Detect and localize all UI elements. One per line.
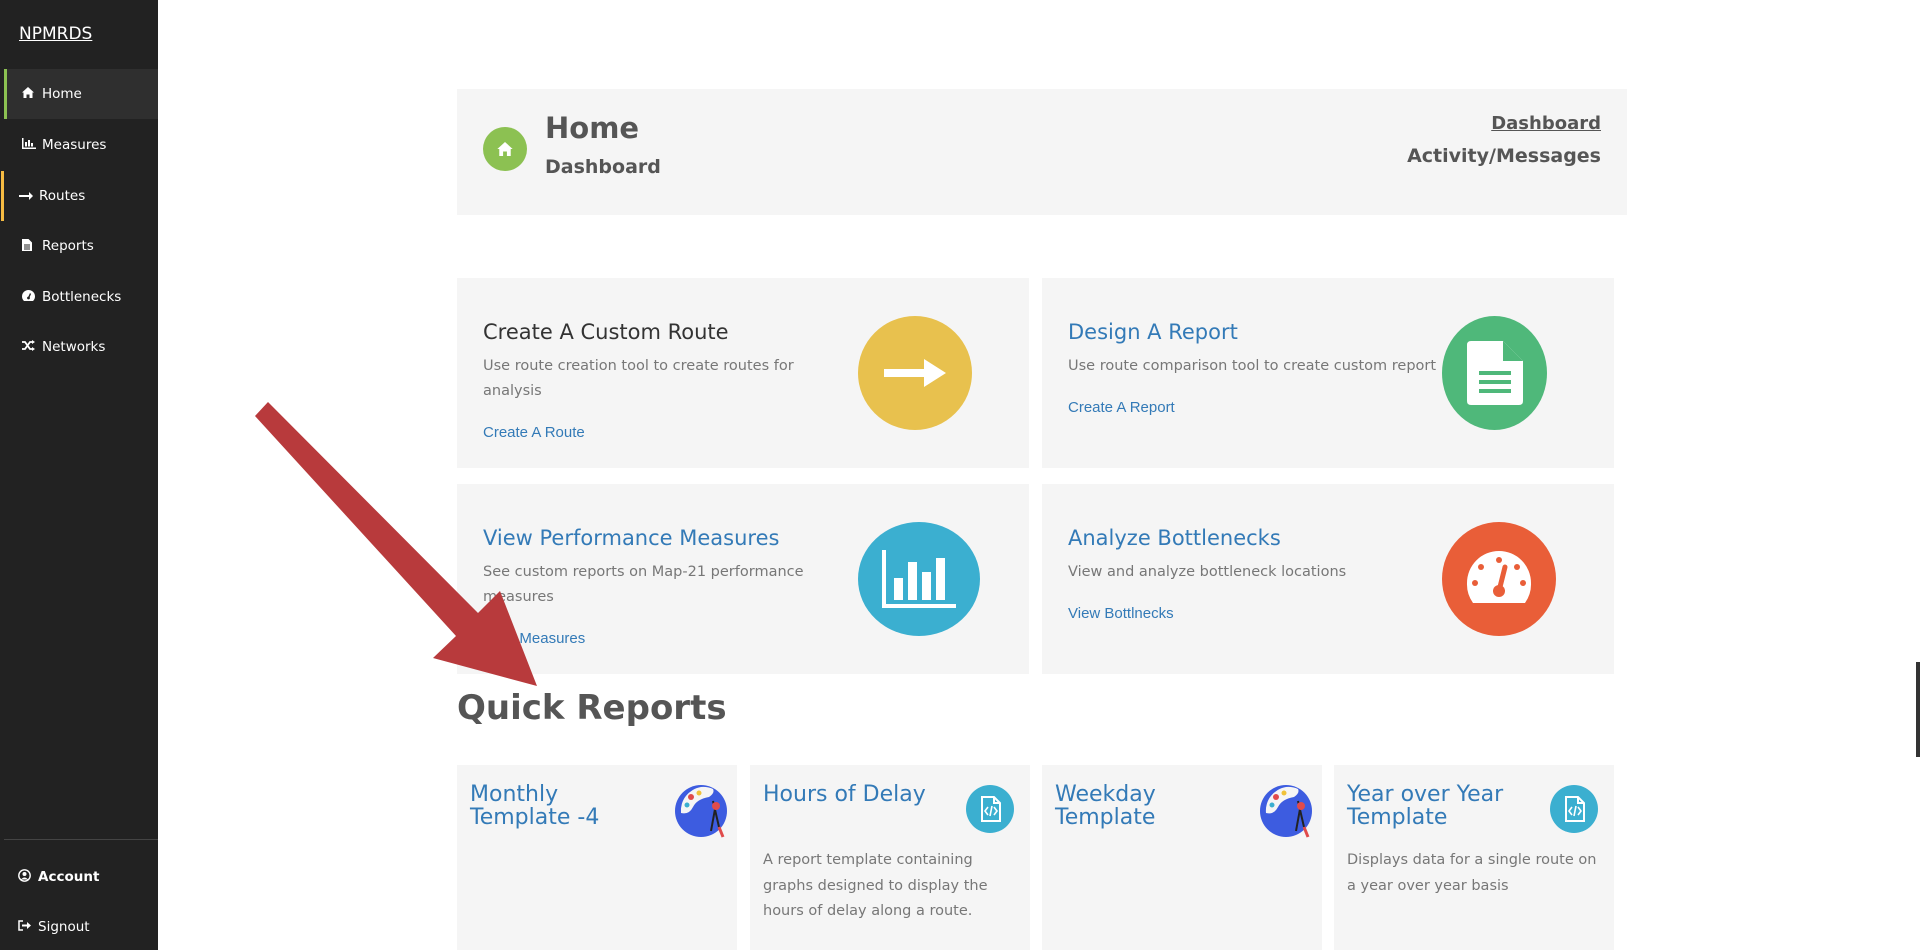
report-title[interactable]: Monthly Template -4	[470, 783, 660, 829]
sidebar-item-label: Home	[42, 86, 82, 102]
quick-report-card[interactable]: Weekday Template	[1042, 765, 1322, 950]
quick-report-card[interactable]: Monthly Template -4	[457, 765, 737, 950]
report-title[interactable]: Weekday Template	[1055, 783, 1245, 829]
user-circle-icon	[18, 869, 36, 885]
sidebar-item-measures[interactable]: Measures	[4, 120, 158, 170]
sidebar-item-label: Measures	[42, 137, 107, 153]
bottlenecks-card: Analyze Bottlenecks View and analyze bot…	[1042, 484, 1614, 674]
page-title: Home	[545, 111, 640, 145]
account-link[interactable]: Account	[18, 869, 99, 885]
random-icon	[22, 340, 40, 354]
report-description: Displays data for a single route on a ye…	[1347, 852, 1597, 894]
dashboard-link[interactable]: Dashboard	[1491, 113, 1601, 134]
sidebar: NPMRDS Home Measures Routes Reports Bott…	[0, 0, 158, 950]
create-report-link[interactable]: Create A Report	[1068, 399, 1175, 416]
signout-label: Signout	[38, 919, 90, 935]
report-title[interactable]: Hours of Delay	[763, 783, 953, 806]
palette-icon	[1260, 783, 1314, 843]
card-title: Create A Custom Route	[483, 320, 729, 344]
home-icon	[22, 87, 40, 101]
card-description: Use route comparison tool to create cust…	[1068, 358, 1437, 374]
view-bottlenecks-link[interactable]: View Bottlnecks	[1068, 605, 1174, 622]
sidebar-divider	[4, 839, 158, 840]
performance-measures-card: View Performance Measures See custom rep…	[457, 484, 1029, 674]
sidebar-item-label: Bottlenecks	[42, 289, 122, 305]
brand-link[interactable]: NPMRDS	[19, 24, 92, 44]
create-route-link[interactable]: Create A Route	[483, 424, 585, 441]
sidebar-item-home[interactable]: Home	[4, 69, 158, 119]
page: NPMRDS Home Measures Routes Reports Bott…	[0, 0, 1920, 950]
report-title[interactable]: Year over Year Template	[1347, 783, 1537, 829]
card-title[interactable]: Design A Report	[1068, 320, 1238, 344]
file-text-icon	[1442, 316, 1547, 430]
sidebar-item-networks[interactable]: Networks	[4, 322, 158, 372]
create-route-card: Create A Custom Route Use route creation…	[457, 278, 1029, 468]
sidebar-item-bottlenecks[interactable]: Bottlenecks	[4, 272, 158, 322]
card-title[interactable]: Analyze Bottlenecks	[1068, 526, 1281, 550]
bar-chart-icon	[22, 138, 40, 152]
quick-report-card[interactable]: Year over Year Template Displays data fo…	[1334, 765, 1614, 950]
view-measures-link[interactable]: View Measures	[483, 630, 585, 647]
sidebar-item-routes[interactable]: Routes	[1, 171, 155, 221]
arrow-right-icon	[858, 316, 972, 430]
card-title[interactable]: View Performance Measures	[483, 526, 779, 550]
sidebar-item-label: Reports	[42, 238, 94, 254]
design-report-card: Design A Report Use route comparison too…	[1042, 278, 1614, 468]
report-description: A report template containing graphs desi…	[763, 852, 988, 919]
account-label: Account	[38, 869, 100, 885]
sidebar-item-label: Networks	[42, 339, 106, 355]
palette-icon	[675, 783, 729, 843]
scrollbar-thumb[interactable]	[1916, 662, 1920, 757]
sign-out-icon	[18, 920, 36, 934]
activity-messages-link[interactable]: Activity/Messages	[1407, 145, 1601, 167]
page-subtitle: Dashboard	[545, 156, 661, 178]
quick-report-card[interactable]: Hours of Delay A report template contain…	[750, 765, 1030, 950]
signout-link[interactable]: Signout	[18, 919, 90, 935]
dashboard-icon	[22, 289, 40, 305]
bar-chart-icon	[858, 522, 980, 636]
file-icon	[22, 238, 40, 254]
home-icon	[483, 127, 527, 171]
card-description: See custom reports on Map-21 performance…	[483, 564, 804, 605]
sidebar-item-reports[interactable]: Reports	[4, 221, 158, 271]
arrow-right-icon	[19, 189, 37, 203]
sidebar-item-label: Routes	[39, 188, 86, 204]
code-file-icon	[1550, 785, 1598, 837]
card-description: Use route creation tool to create routes…	[483, 358, 794, 399]
code-file-icon	[966, 785, 1014, 837]
card-description: View and analyze bottleneck locations	[1068, 564, 1347, 580]
quick-reports-heading: Quick Reports	[457, 688, 727, 728]
page-header: Home Dashboard Dashboard Activity/Messag…	[457, 89, 1627, 215]
gauge-icon	[1442, 522, 1556, 636]
